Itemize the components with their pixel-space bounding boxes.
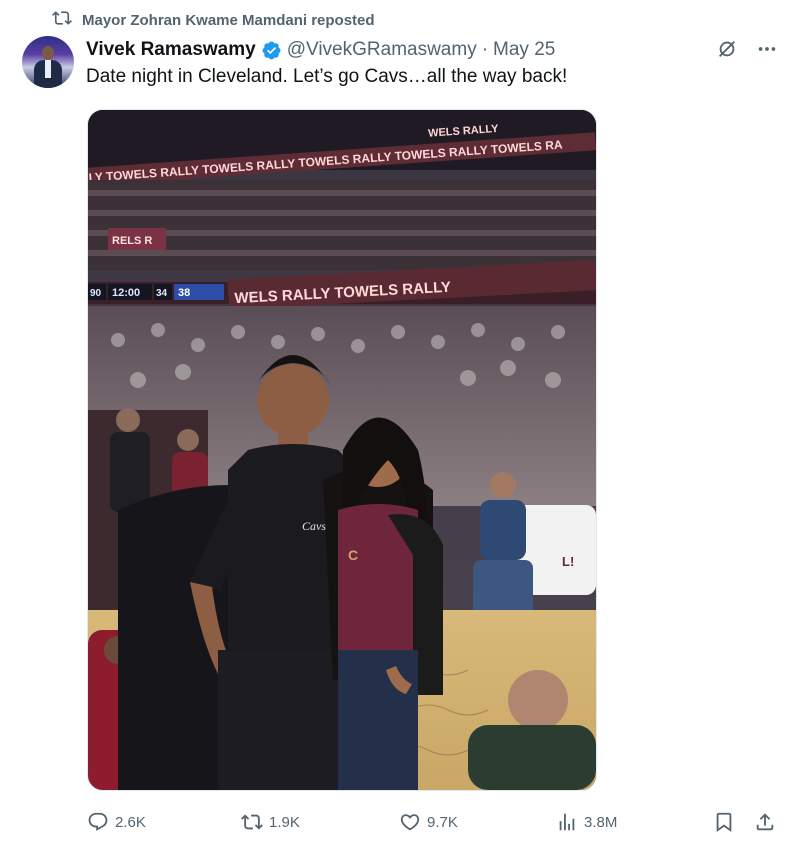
reply-icon <box>87 811 109 833</box>
top-icon-group <box>716 38 778 60</box>
bookmark-icon <box>713 811 735 833</box>
bookmark-button[interactable] <box>713 808 735 836</box>
score-mid: 34 <box>156 288 168 299</box>
reply-count: 2.6K <box>115 813 146 831</box>
views-icon <box>556 811 578 833</box>
verified-icon[interactable] <box>261 40 282 61</box>
tweet-date[interactable]: May 25 <box>493 39 555 61</box>
fan-shirt-text: L! <box>562 554 574 569</box>
share-icon <box>754 811 776 833</box>
retweet-button[interactable]: 1.9K <box>241 808 300 836</box>
avatar[interactable] <box>22 36 74 88</box>
share-button[interactable] <box>754 808 776 836</box>
shirt-logo-text: Cavs <box>302 519 326 533</box>
repost-icon <box>52 8 72 32</box>
photo-illustration: LY TOWELS RALLY TOWELS RALLY TOWELS RALL… <box>88 110 596 790</box>
more-icon[interactable] <box>756 38 778 60</box>
ribbon-side-text: RELS R <box>112 235 152 247</box>
score-left: 90 <box>90 288 102 299</box>
score-right: 38 <box>178 287 190 299</box>
tweet-text: Date night in Cleveland. Let’s go Cavs…a… <box>86 66 568 87</box>
like-icon <box>399 811 421 833</box>
retweet-icon <box>241 811 263 833</box>
author-name[interactable]: Vivek Ramaswamy <box>86 39 256 61</box>
tweet-header: Vivek Ramaswamy @VivekGRamaswamy · May 2… <box>86 38 555 62</box>
grok-icon[interactable] <box>716 38 738 60</box>
like-button[interactable]: 9.7K <box>399 808 458 836</box>
views-button[interactable]: 3.8M <box>556 808 617 836</box>
repost-label: Mayor Zohran Kwame Mamdani reposted <box>82 11 375 29</box>
action-bar: 2.6K 1.9K 9.7K 3.8M <box>87 808 777 836</box>
author-handle[interactable]: @VivekGRamaswamy <box>287 39 477 61</box>
reply-button[interactable]: 2.6K <box>87 808 146 836</box>
clock-text: 12:00 <box>112 287 140 299</box>
repost-indicator[interactable]: Mayor Zohran Kwame Mamdani reposted <box>52 9 375 31</box>
tweet-photo[interactable]: LY TOWELS RALLY TOWELS RALLY TOWELS RALL… <box>87 109 597 791</box>
retweet-count: 1.9K <box>269 813 300 831</box>
svg-text:C: C <box>348 547 358 563</box>
views-count: 3.8M <box>584 813 618 831</box>
like-count: 9.7K <box>427 813 458 831</box>
separator-dot: · <box>481 39 489 60</box>
